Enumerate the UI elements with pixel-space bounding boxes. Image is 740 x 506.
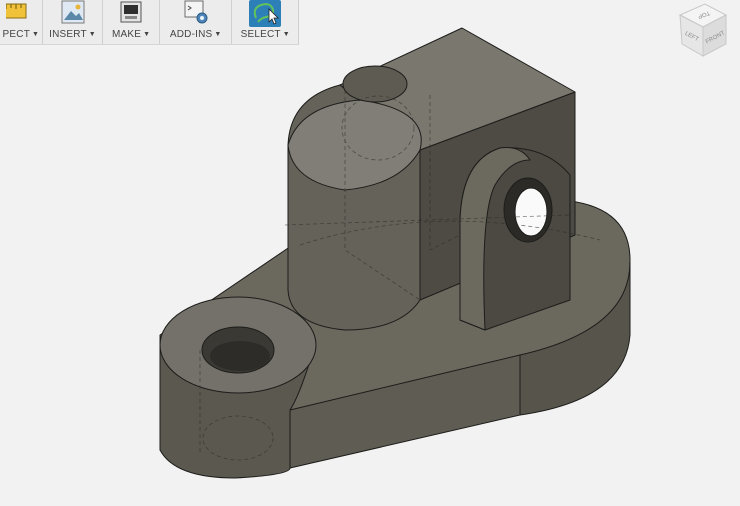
add-ins-script-gear-icon xyxy=(182,0,210,26)
bracket-model[interactable] xyxy=(159,27,631,479)
insert-label: INSERT xyxy=(49,29,87,40)
inspect-label: PECT xyxy=(2,29,31,40)
model-viewport[interactable] xyxy=(0,0,740,506)
add-ins-label: ADD-INS xyxy=(169,29,213,40)
toolbar: PECT ▼ INSERT ▼ MAKE ▼ ADD-INS ▼ SELECT ▼ xyxy=(0,0,299,45)
insert-menu-button[interactable]: INSERT ▼ xyxy=(43,0,104,44)
make-menu-button[interactable]: MAKE ▼ xyxy=(103,0,160,44)
insert-image-icon xyxy=(59,0,87,26)
make-label: MAKE xyxy=(111,29,142,40)
make-3d-print-icon xyxy=(117,0,145,26)
select-label: SELECT xyxy=(240,29,281,40)
select-lasso-cursor-icon xyxy=(249,0,282,27)
inspect-ruler-icon xyxy=(0,0,34,26)
select-menu-button[interactable]: SELECT ▼ xyxy=(232,0,298,44)
inspect-menu-button[interactable]: PECT ▼ xyxy=(0,0,43,44)
viewcube[interactable]: TOP LEFT FRONT xyxy=(660,0,740,68)
add-ins-menu-button[interactable]: ADD-INS ▼ xyxy=(160,0,233,44)
